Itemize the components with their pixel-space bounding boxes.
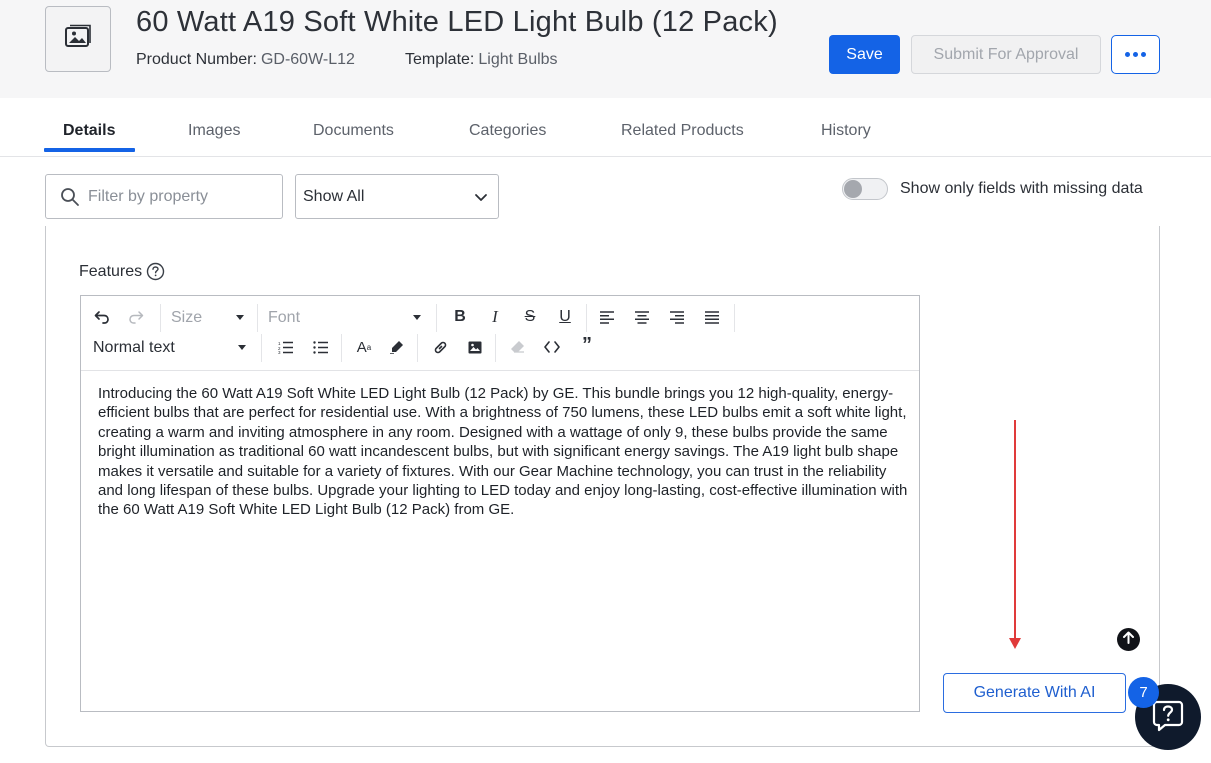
product-thumbnail[interactable] <box>45 6 111 72</box>
notification-badge: 7 <box>1128 677 1159 708</box>
tab-documents[interactable]: Documents <box>313 122 394 140</box>
toolbar-separator <box>261 334 262 362</box>
undo-icon[interactable] <box>93 308 111 326</box>
image-icon <box>64 24 92 55</box>
product-number-label: Product Number: <box>136 51 257 68</box>
tab-bar <box>0 98 1211 157</box>
underline-icon[interactable]: U <box>555 307 575 327</box>
caret-down-icon[interactable] <box>235 312 245 322</box>
tab-history[interactable]: History <box>821 122 871 140</box>
font-size-icon[interactable]: Aa <box>353 337 375 357</box>
toolbar-separator <box>160 304 161 332</box>
toolbar-separator <box>417 334 418 362</box>
eraser-icon[interactable] <box>508 338 526 356</box>
template-value: Light Bulbs <box>478 51 558 68</box>
show-filter-select[interactable]: Show All <box>295 174 499 219</box>
tab-categories[interactable]: Categories <box>469 122 546 140</box>
filter-box <box>45 174 283 219</box>
ordered-list-icon[interactable]: 123 <box>276 338 294 356</box>
svg-text:3: 3 <box>278 350 281 354</box>
redo-icon[interactable] <box>127 308 145 326</box>
save-button[interactable]: Save <box>829 35 900 74</box>
insert-image-icon[interactable] <box>466 338 484 356</box>
toolbar-separator <box>257 304 258 332</box>
annotation-arrow-line <box>1014 420 1016 642</box>
size-select[interactable]: Size <box>171 309 202 327</box>
italic-icon[interactable]: I <box>485 307 505 327</box>
strikethrough-icon[interactable]: S <box>520 307 540 327</box>
ellipsis-icon <box>1125 52 1146 57</box>
template-info: Template: Light Bulbs <box>405 51 558 69</box>
editor-toolbar: Size Font B I S U Normal text 1 2 3 A a … <box>81 296 919 371</box>
toolbar-separator <box>341 334 342 362</box>
code-icon[interactable] <box>543 338 561 356</box>
page-title: 60 Watt A19 Soft White LED Light Bulb (1… <box>136 6 778 38</box>
toolbar-separator <box>436 304 437 332</box>
show-filter-value: Show All <box>303 188 365 205</box>
arrow-up-icon <box>1122 631 1135 649</box>
missing-data-toggle-label: Show only fields with missing data <box>900 180 1143 197</box>
unordered-list-icon[interactable] <box>311 338 329 356</box>
product-number: Product Number: GD-60W-L12 <box>136 51 355 69</box>
template-label: Template: <box>405 51 475 68</box>
link-icon[interactable] <box>431 338 449 356</box>
annotation-arrow-head <box>1009 638 1021 649</box>
align-left-icon[interactable] <box>598 308 616 326</box>
question-circle-icon[interactable] <box>146 262 165 286</box>
help-chat-icon <box>1151 698 1185 737</box>
toolbar-separator <box>734 304 735 332</box>
tab-images[interactable]: Images <box>188 122 240 140</box>
features-text[interactable]: Introducing the 60 Watt A19 Soft White L… <box>98 384 908 520</box>
more-options-button[interactable] <box>1111 35 1160 74</box>
align-center-icon[interactable] <box>633 308 651 326</box>
product-number-value: GD-60W-L12 <box>260 51 355 68</box>
filter-by-property-input[interactable] <box>86 185 275 209</box>
quote-icon[interactable]: ” <box>578 334 596 356</box>
tab-details[interactable]: Details <box>63 122 115 140</box>
toolbar-separator <box>586 304 587 332</box>
generate-with-ai-button[interactable]: Generate With AI <box>943 673 1126 713</box>
features-rich-text-editor: Size Font B I S U Normal text 1 2 3 A a … <box>80 295 920 712</box>
paragraph-style-select[interactable]: Normal text <box>93 339 175 357</box>
toggle-knob <box>844 180 862 198</box>
caret-down-icon[interactable] <box>412 312 422 322</box>
toolbar-separator <box>495 334 496 362</box>
missing-data-toggle[interactable] <box>842 178 888 200</box>
highlighter-icon[interactable] <box>388 338 406 356</box>
align-right-icon[interactable] <box>668 308 686 326</box>
chevron-down-icon <box>474 190 488 208</box>
bold-icon[interactable]: B <box>450 307 470 327</box>
tab-related-products[interactable]: Related Products <box>621 122 744 140</box>
caret-down-icon[interactable] <box>237 342 247 352</box>
submit-for-approval-button[interactable]: Submit For Approval <box>911 35 1101 74</box>
scroll-to-top-button[interactable] <box>1117 628 1140 651</box>
justify-icon[interactable] <box>703 308 721 326</box>
features-label: Features <box>79 263 143 280</box>
active-tab-indicator <box>44 148 135 152</box>
font-select[interactable]: Font <box>268 309 300 327</box>
search-icon <box>60 187 80 212</box>
